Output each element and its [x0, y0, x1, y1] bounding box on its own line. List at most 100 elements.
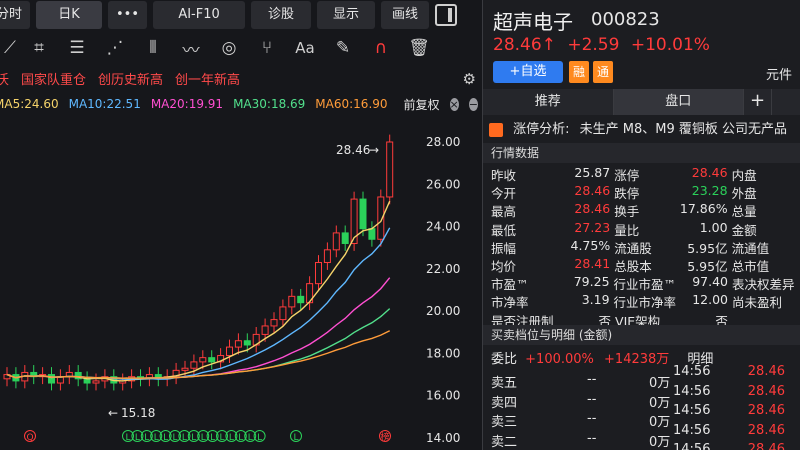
node-tool-icon[interactable]: ⋰ — [96, 38, 134, 58]
market-label: 行业市盈™ — [613, 277, 677, 293]
price-change: +2.59 — [567, 35, 620, 55]
tab-recommend[interactable]: 推荐 — [483, 89, 614, 115]
ma5-value: MA5:24.60 — [0, 97, 59, 111]
event-marker-label: L — [257, 433, 262, 443]
market-label: 流通股 — [614, 240, 652, 256]
candle — [234, 340, 242, 348]
order-label: 卖五 — [491, 376, 518, 391]
market-label: 尚未盈利 — [732, 295, 783, 311]
market-label: 金额 — [731, 222, 757, 238]
market-row: 市盈™ 79.25 行业市盈™ 97.40 表决权差异 — [491, 274, 800, 292]
circle-tool-icon[interactable]: ◎ — [210, 38, 248, 58]
tab-timeshare[interactable]: 分时 — [0, 1, 31, 29]
market-label: 表决权差异 — [732, 277, 795, 293]
quote-panel: 超声电子 000823 28.46↑ +2.59 +10.01% +自选 融 通… — [483, 0, 800, 450]
tab-overflow[interactable] — [772, 89, 800, 115]
display-dropdown[interactable]: 显示 — [317, 1, 376, 29]
chart-panel: 分时 日K ••• AI-F10 诊股 显示 画线 ⟋ ⌗ ☰ ⋰ ⦀ 〰 ◎ … — [0, 0, 482, 450]
close-icon[interactable]: × — [449, 97, 459, 111]
trash-icon[interactable]: 🗑 — [400, 38, 438, 58]
market-label: 总股本 — [614, 258, 652, 274]
eraser-icon[interactable]: ✎ — [324, 38, 362, 58]
tab-day-k[interactable]: 日K — [36, 1, 103, 29]
draw-button[interactable]: 画线 — [381, 1, 430, 29]
market-label: 内盘 — [731, 168, 757, 183]
price-change-pct: +10.01% — [630, 35, 710, 55]
event-marker-label: L — [172, 433, 177, 443]
market-value: 28.46 — [574, 201, 611, 217]
stock-name: 超声电子 — [493, 10, 573, 34]
tag-item[interactable]: 沃 — [0, 69, 9, 88]
market-value: 23.28 — [691, 183, 728, 199]
panel-toggle-icon[interactable] — [435, 4, 458, 26]
candle — [181, 367, 189, 371]
candle — [386, 141, 394, 198]
y-tick-label: 18.00 — [426, 346, 460, 360]
order-price: -- — [587, 430, 597, 446]
order-level: 卖二 -- 0万 — [491, 431, 671, 450]
ma20-line — [6, 277, 391, 379]
more-button[interactable]: ••• — [108, 1, 148, 29]
market-label: 换手 — [614, 204, 640, 220]
event-marker-label: L — [293, 433, 298, 443]
zoom-out-icon[interactable]: − — [468, 97, 478, 111]
event-marker-label: L — [163, 433, 168, 443]
market-row: 市净率 3.19 行业市净率 12.00 尚未盈利 — [491, 292, 800, 310]
max-arrow: → — [369, 143, 379, 157]
market-label: 昨收 — [491, 168, 517, 183]
candle — [297, 295, 305, 304]
text-tool-icon[interactable]: Aa — [286, 39, 324, 57]
margin-badge[interactable]: 融 — [569, 61, 589, 83]
order-label: 卖四 — [491, 395, 518, 411]
limit-up-analysis[interactable]: 涨停分析: 未生产 M8、M9 覆铜板 公司无产品 — [489, 118, 800, 140]
market-value: 79.25 — [573, 274, 610, 290]
orderbook-section-header: 买卖档位与明细 (金额) — [483, 325, 800, 345]
tick-price: 28.46 — [747, 383, 785, 399]
tick-row: 14:56 28.46 — [673, 364, 793, 384]
market-value: 17.86% — [679, 201, 728, 217]
event-marker-label: Q — [26, 433, 33, 443]
tick-price: 28.46 — [747, 364, 785, 379]
line-tool-icon[interactable]: ⟋ — [0, 38, 20, 58]
wave-tool-icon[interactable]: 〰 — [172, 36, 210, 61]
order-level: 卖四 -- 0万 — [491, 392, 671, 412]
add-watchlist-button[interactable]: +自选 — [493, 61, 563, 83]
crop-tool-icon[interactable]: ⌗ — [20, 38, 58, 58]
market-value: 5.95亿 — [687, 240, 728, 256]
adjust-dropdown[interactable]: 前复权 — [404, 96, 440, 113]
candle — [92, 380, 100, 384]
analysis-label: 涨停分析: — [513, 122, 570, 137]
add-tab-button[interactable]: + — [744, 89, 773, 115]
candlestick-chart[interactable]: 28.00 26.00 24.00 22.00 20.00 18.00 16.00 14.00… — [0, 118, 482, 450]
fan-tool-icon[interactable]: ☰ — [58, 38, 96, 58]
ma10-line — [6, 227, 391, 380]
market-value: 12.00 — [692, 292, 728, 308]
bid-ratio-value: +100.00% — [525, 352, 594, 367]
magnet-icon[interactable]: ∩ — [362, 38, 400, 58]
connect-badge[interactable]: 通 — [593, 61, 613, 83]
fork-tool-icon[interactable]: ⑂ — [248, 38, 286, 58]
ma60-line — [6, 330, 391, 379]
bars-tool-icon[interactable]: ⦀ — [134, 38, 172, 58]
candle — [332, 232, 340, 251]
market-label: 市净率 — [491, 295, 529, 311]
tick-time: 14:56 — [673, 383, 711, 399]
last-price: 28.46↑ — [493, 35, 556, 55]
bid-ratio-label: 委比 — [491, 352, 518, 367]
candle — [226, 346, 233, 357]
ma30-line — [6, 308, 391, 379]
market-label: 均价 — [491, 258, 517, 274]
tab-pankou[interactable]: 盘口 — [613, 89, 745, 115]
tag-item[interactable]: 创历史新高 — [98, 69, 163, 88]
order-price: -- — [587, 372, 597, 387]
candle — [270, 319, 278, 327]
ai-f10-button[interactable]: AI-F10 — [153, 1, 246, 29]
event-marker-label: L — [219, 433, 224, 443]
tag-item[interactable]: 创一年新高 — [175, 69, 240, 88]
gear-icon[interactable]: ⚙ — [463, 70, 476, 88]
sector-label[interactable]: 元件 — [766, 64, 792, 83]
diagnose-button[interactable]: 诊股 — [251, 1, 312, 29]
draw-tools-row: ⟋ ⌗ ☰ ⋰ ⦀ 〰 ◎ ⑂ Aa ✎ ∩ 🗑 — [0, 33, 482, 63]
order-amount: 0万 — [649, 376, 671, 391]
tag-item[interactable]: 国家队重仓 — [21, 69, 86, 88]
